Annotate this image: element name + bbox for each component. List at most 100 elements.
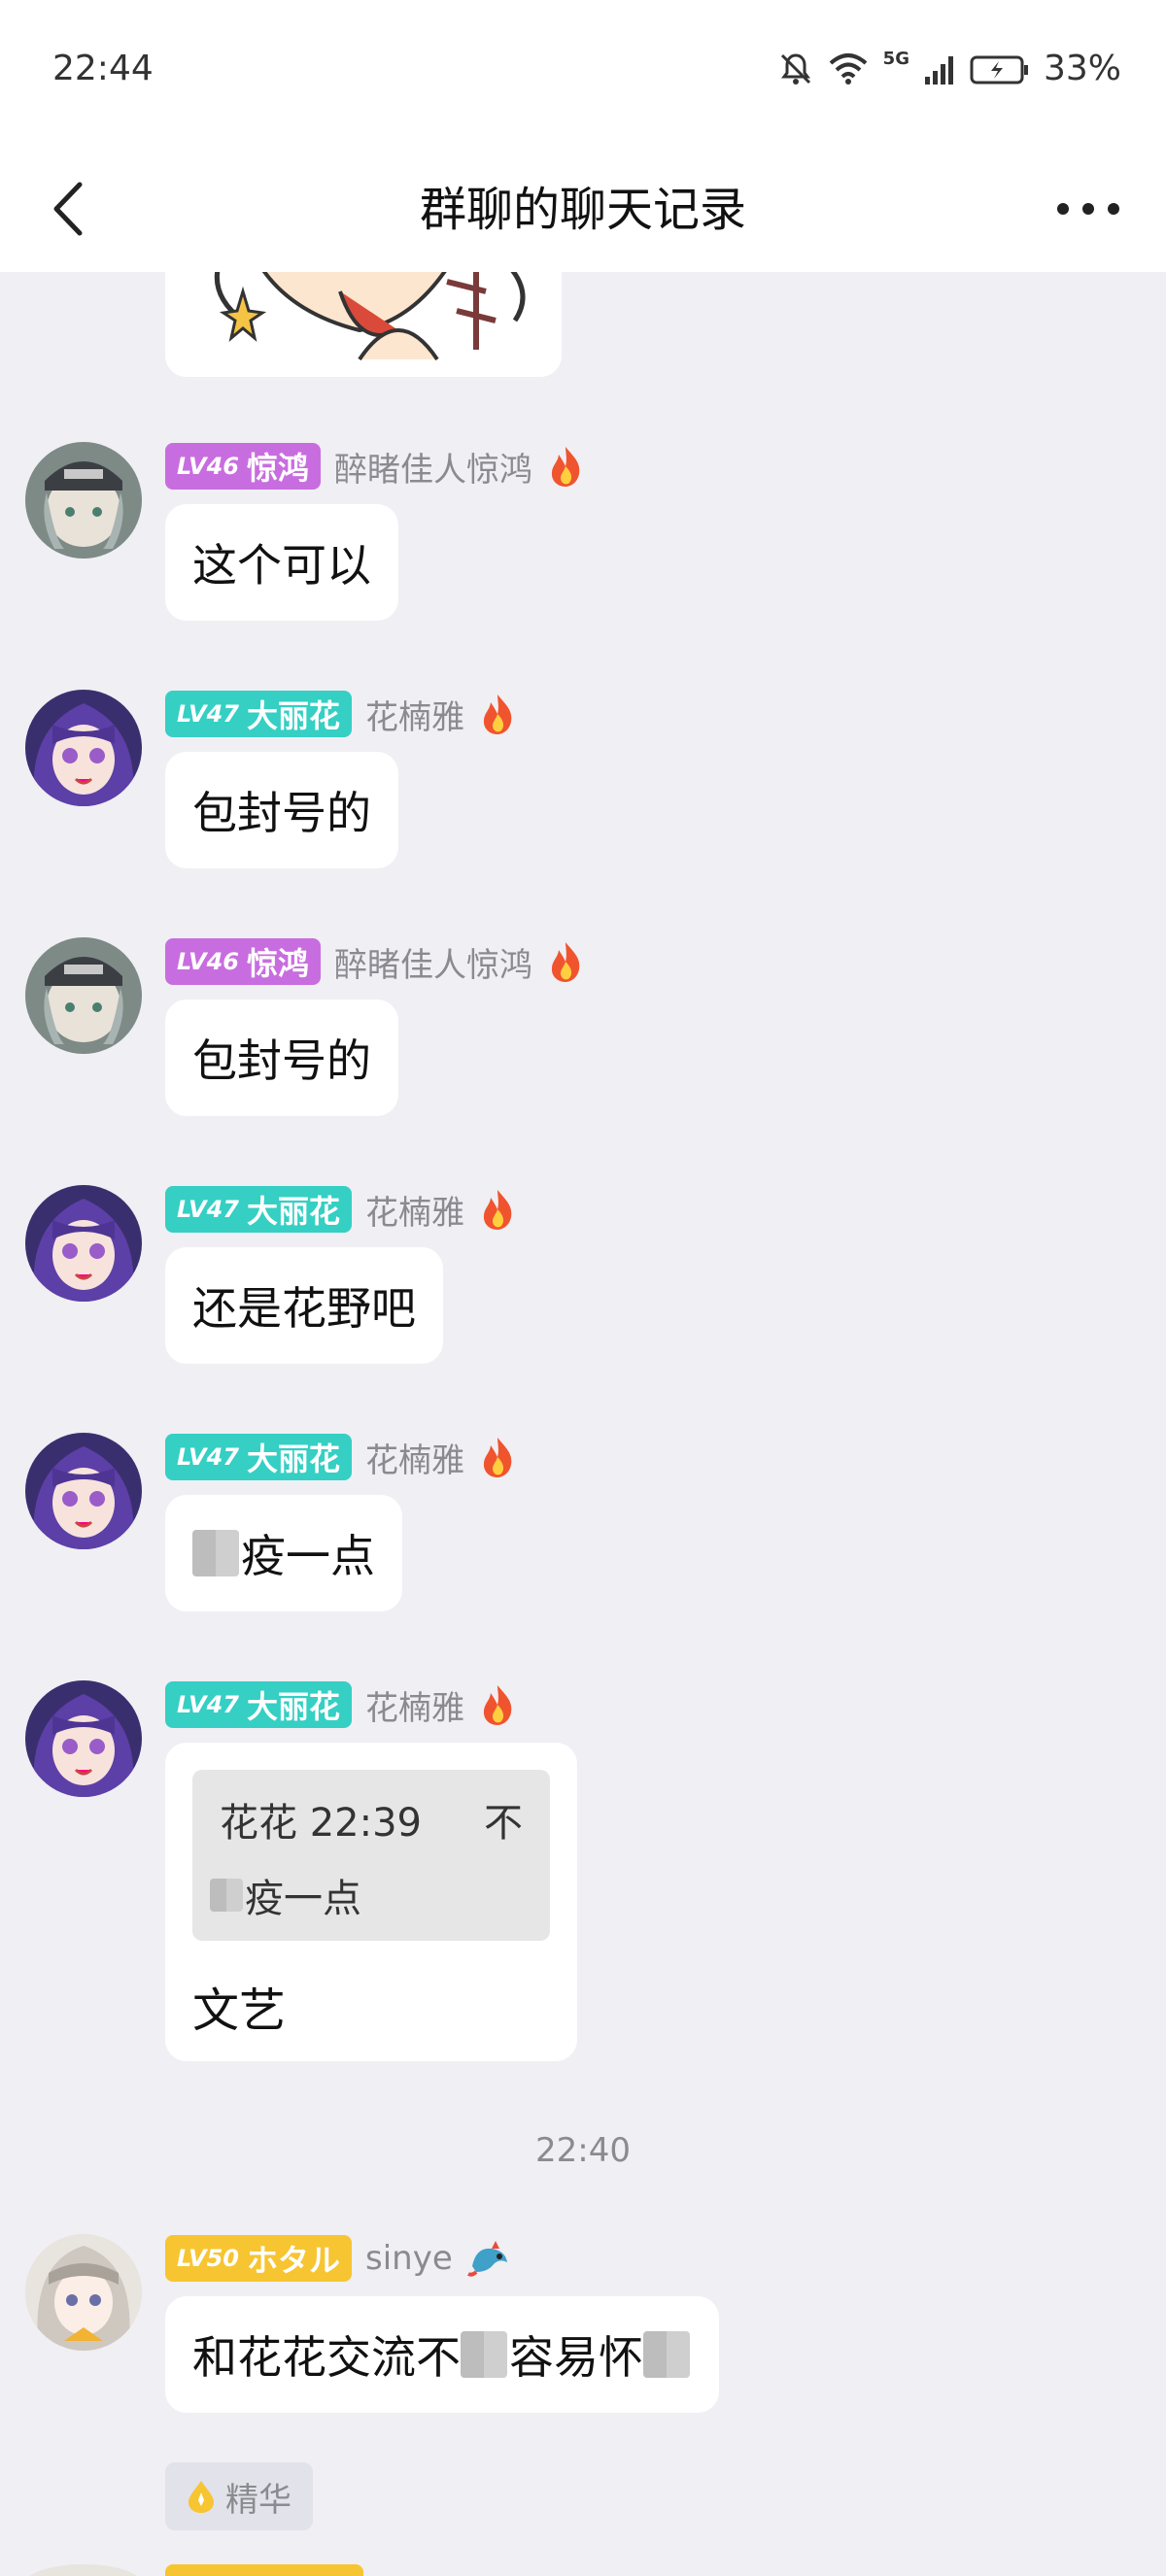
avatar[interactable]: [25, 1680, 142, 1797]
level-badge: LV47 大丽花: [165, 691, 352, 737]
fire-icon: [483, 1190, 512, 1230]
message-bubble[interactable]: 疫一点: [165, 1495, 402, 1611]
quoted-message[interactable]: 花花 22:39 不 疫一点: [192, 1770, 550, 1941]
badge-title: 惊鸿: [246, 450, 309, 487]
message-bubble[interactable]: 还是花野吧: [165, 1247, 443, 1364]
fire-icon: [483, 695, 512, 734]
fire-icon: [483, 1438, 512, 1477]
message-text: 这个可以: [192, 539, 371, 592]
nav-bar: 群聊的聊天记录: [0, 146, 1166, 272]
avatar-girl-cap-icon: [25, 937, 142, 1054]
message-meta: LV47 大丽花 花楠雅: [165, 690, 517, 738]
wifi-icon: [829, 52, 867, 85]
badge-level: LV47: [177, 1196, 239, 1223]
quote-text: 疫一点: [245, 1877, 361, 1921]
avatar[interactable]: [25, 2564, 142, 2576]
nickname[interactable]: 花楠雅: [365, 691, 464, 738]
avatar[interactable]: [25, 1433, 142, 1549]
avatar-girl-cap-icon: [25, 442, 142, 559]
nickname[interactable]: 醉睹佳人惊鸿: [334, 938, 532, 986]
badge-title: 大丽花: [246, 1441, 340, 1477]
message-meta: LV50 ホタル sinye: [165, 2234, 513, 2283]
message-text: 文艺: [192, 1983, 287, 2038]
badge-title: 惊鸿: [246, 945, 309, 982]
badge-level: LV47: [177, 1691, 239, 1718]
quote-text-tail: 不: [484, 1801, 523, 1846]
message-text: 包封号的: [192, 1034, 371, 1087]
avatar-purple-hair-icon: [25, 1433, 142, 1549]
network-type: 5G: [882, 49, 909, 69]
message-bubble[interactable]: 这个可以: [165, 504, 398, 621]
avatar-white-hair-icon: [25, 2234, 142, 2351]
avatar-purple-hair-icon: [25, 690, 142, 806]
badge-title: ホタル: [246, 2242, 340, 2279]
avatar-purple-hair-icon: [25, 1185, 142, 1302]
level-badge: LV46 惊鸿: [165, 938, 321, 985]
badge-level: LV47: [177, 700, 239, 728]
nickname[interactable]: 花楠雅: [365, 1681, 464, 1729]
badge-title: 大丽花: [246, 1688, 340, 1725]
fire-icon: [483, 1685, 512, 1725]
censored-mosaic: [643, 2331, 690, 2378]
badge-level: LV46: [177, 948, 239, 975]
avatar[interactable]: [25, 442, 142, 559]
censored-mosaic: [210, 1879, 243, 1912]
nickname[interactable]: 醉睹佳人惊鸿: [334, 443, 532, 491]
page-title: 群聊的聊天记录: [419, 183, 746, 237]
message-text: 还是花野吧: [192, 1282, 416, 1335]
message-text: 疫一点: [241, 1530, 375, 1582]
time-divider: 22:40: [535, 2131, 631, 2170]
nickname[interactable]: 花楠雅: [365, 1434, 464, 1481]
fire-icon: [551, 447, 580, 487]
nickname[interactable]: sinye: [365, 2239, 453, 2278]
message-meta: LV47 大丽花 花楠雅: [165, 1433, 517, 1481]
level-badge: LV47 大丽花: [165, 1681, 352, 1728]
avatar[interactable]: [25, 690, 142, 806]
more-dots-icon: [1057, 203, 1119, 215]
nickname[interactable]: 花楠雅: [365, 1186, 464, 1234]
essence-drop-icon: [189, 2481, 214, 2513]
censored-mosaic: [192, 1530, 239, 1576]
avatar[interactable]: [25, 1185, 142, 1302]
battery-icon: [970, 55, 1028, 84]
message-bubble[interactable]: 和花花交流不 容易怀: [165, 2296, 719, 2413]
message-bubble[interactable]: 包封号的: [165, 1000, 398, 1116]
mute-bell-icon: [780, 52, 810, 85]
message-bubble[interactable]: 包封号的: [165, 752, 398, 868]
fire-icon: [551, 942, 580, 982]
message-text-part2: 容易怀: [509, 2331, 643, 2384]
level-badge: LV47 大丽花: [165, 1434, 352, 1480]
essence-label: 精华: [225, 2480, 292, 2520]
badge-level: LV46: [177, 453, 239, 480]
level-badge-partial: [165, 2564, 363, 2576]
level-badge: LV47 大丽花: [165, 1186, 352, 1233]
more-button[interactable]: [1049, 175, 1127, 243]
message-meta: LV46 惊鸿 醉睹佳人惊鸿: [165, 937, 585, 986]
status-icons: 5G 33%: [778, 49, 1121, 88]
essence-tag[interactable]: 精华: [165, 2462, 313, 2530]
quote-line: 疫一点: [210, 1867, 361, 1923]
level-badge: LV46 惊鸿: [165, 443, 321, 490]
badge-title: 大丽花: [246, 1193, 340, 1230]
message-meta: LV46 惊鸿 醉睹佳人惊鸿: [165, 442, 585, 491]
avatar-purple-hair-icon: [25, 1680, 142, 1797]
censored-mosaic: [461, 2331, 507, 2378]
message-text: 包封号的: [192, 787, 371, 839]
battery-percent: 33%: [1043, 49, 1121, 88]
sticker-image: [165, 272, 562, 377]
signal-icon: [924, 55, 953, 85]
status-time: 22:44: [52, 49, 154, 88]
reply-message-bubble[interactable]: 花花 22:39 不 疫一点 文艺: [165, 1743, 577, 2061]
message-meta: LV47 大丽花 花楠雅: [165, 1185, 517, 1234]
badge-level: LV47: [177, 1443, 239, 1471]
message-text-part1: 和花花交流不: [192, 2331, 461, 2384]
avatar[interactable]: [25, 2234, 142, 2351]
sticker-message[interactable]: [165, 272, 562, 377]
badge-title: 大丽花: [246, 697, 340, 734]
level-badge: LV50 ホタル: [165, 2235, 352, 2282]
badge-level: LV50: [177, 2245, 239, 2272]
chat-history[interactable]: LV46 惊鸿 醉睹佳人惊鸿 这个可以 LV47 大丽花 花楠雅 包封号的 LV…: [0, 272, 1166, 2576]
avatar[interactable]: [25, 937, 142, 1054]
message-meta: LV47 大丽花 花楠雅: [165, 1680, 517, 1729]
quote-author-time: 花花 22:39: [220, 1801, 422, 1846]
